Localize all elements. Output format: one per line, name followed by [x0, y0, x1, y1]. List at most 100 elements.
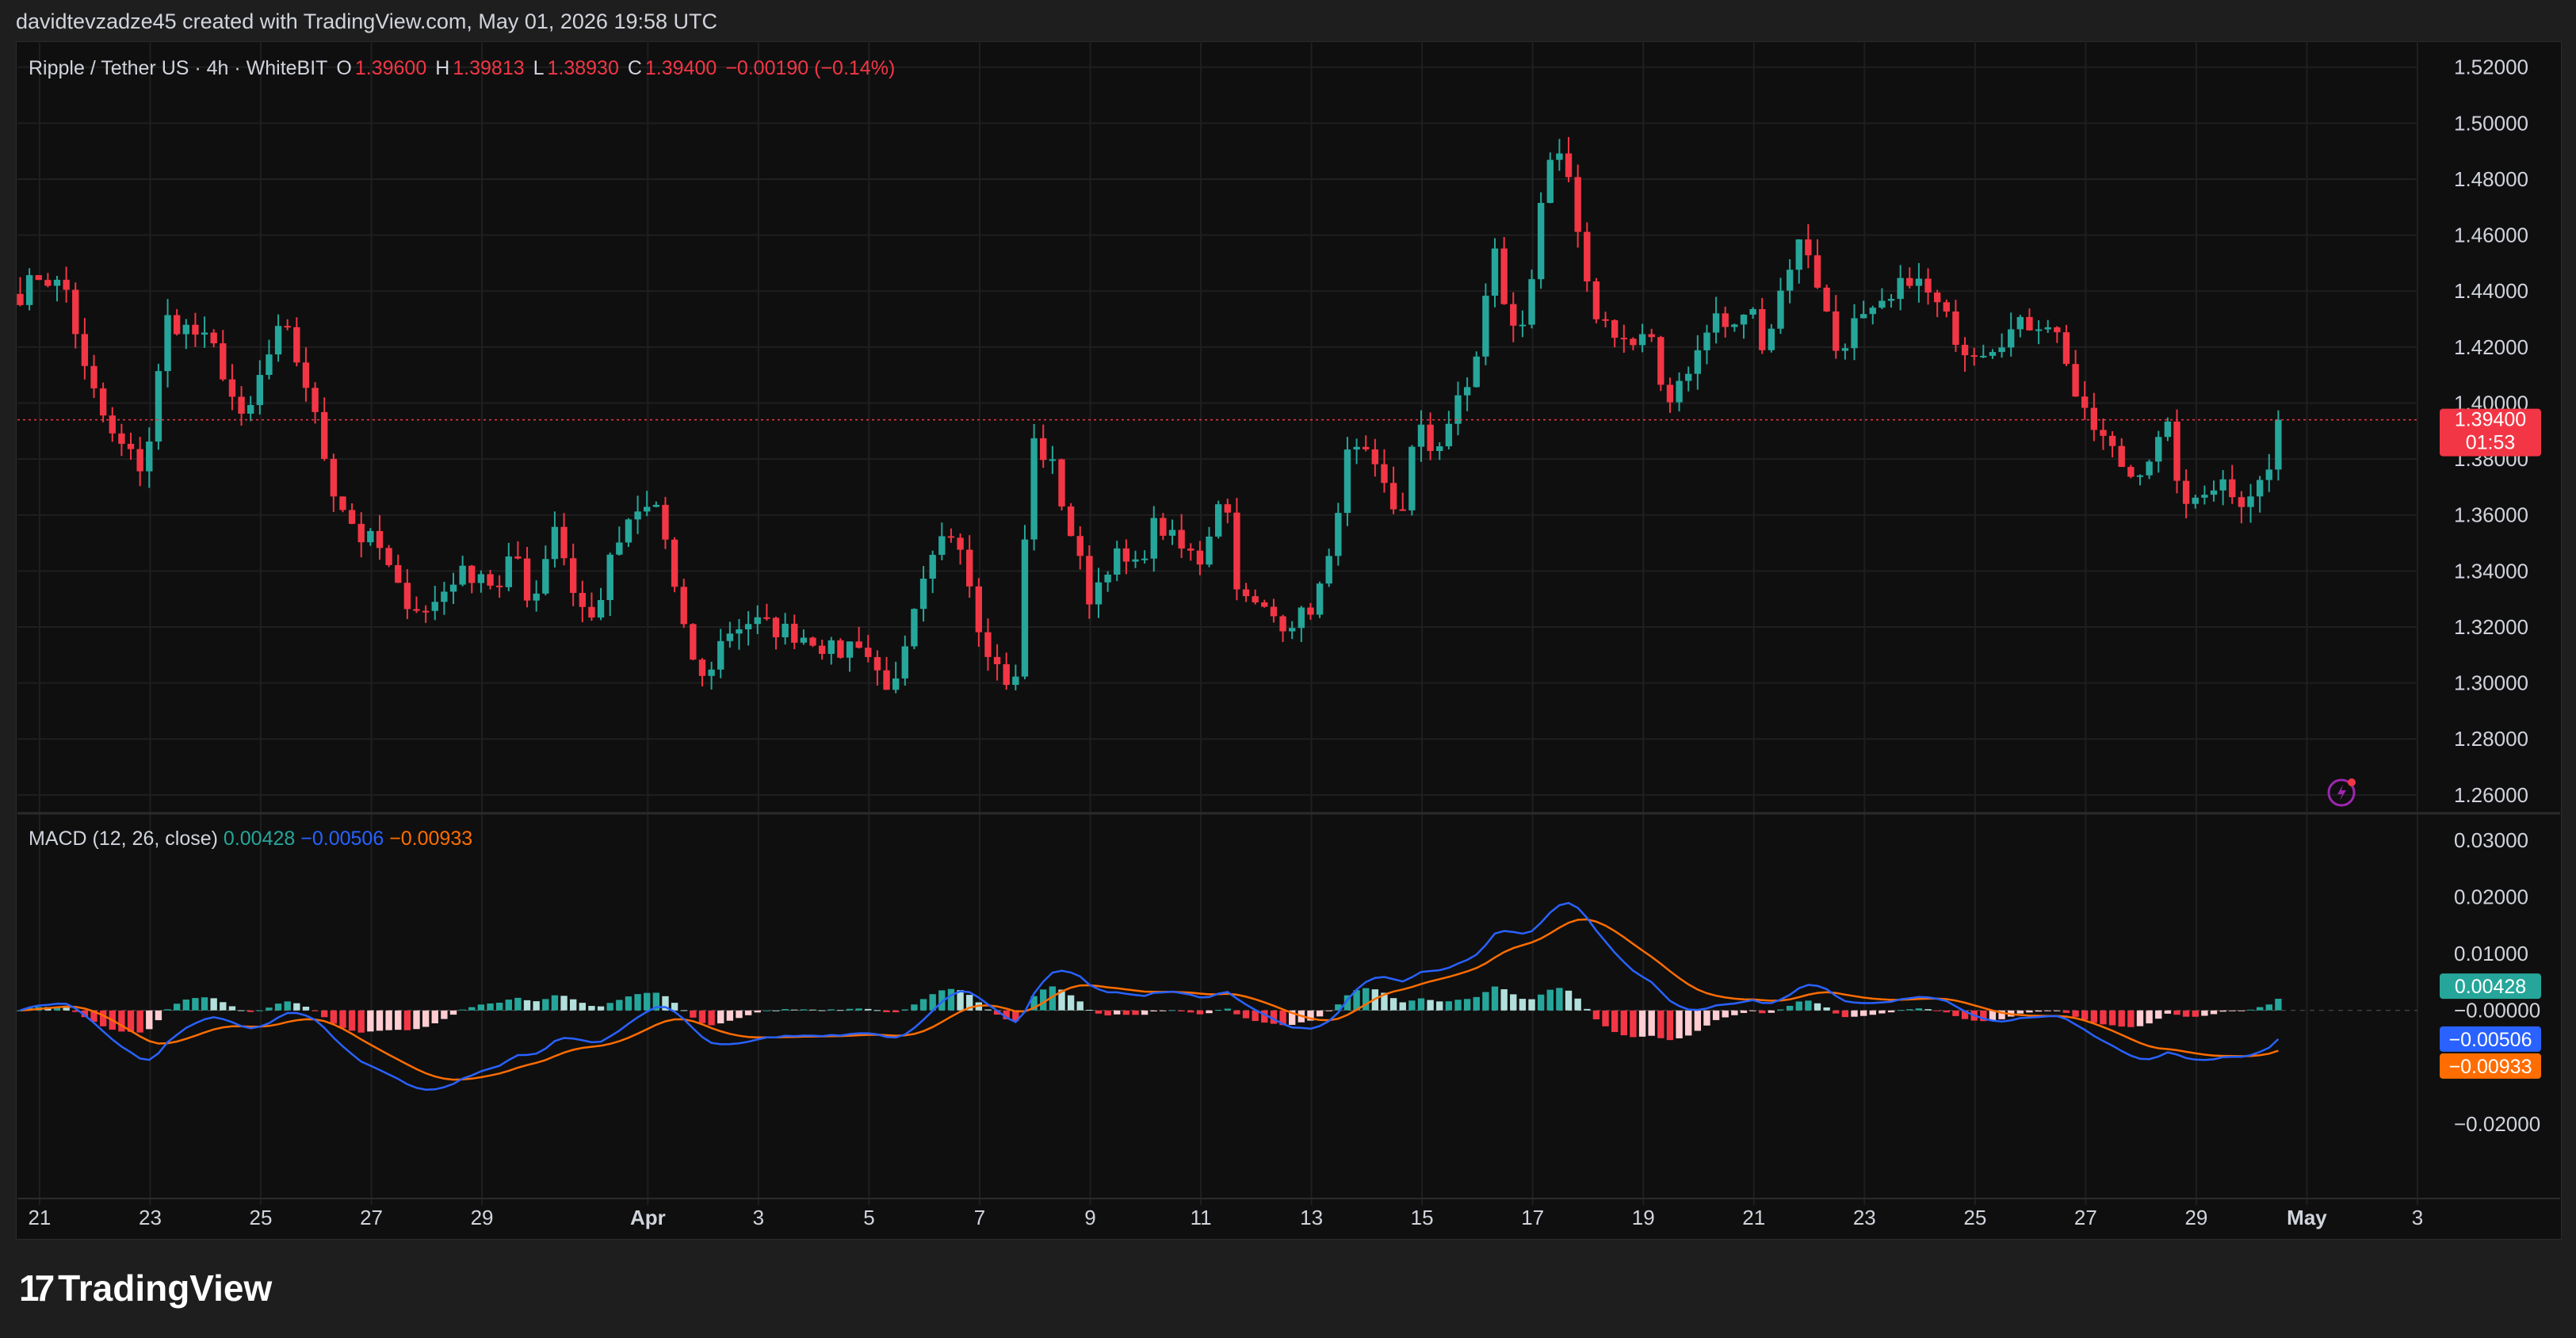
candle-body	[1887, 299, 1895, 301]
macd-histogram-bar	[1546, 989, 1554, 1011]
candle-body	[2081, 396, 2089, 408]
macd-line-value: −0.00506	[300, 828, 384, 850]
candle-body	[2229, 479, 2236, 498]
macd-histogram-bar	[690, 1010, 697, 1018]
macd-histogram-bar	[533, 1001, 540, 1011]
candle-body	[2035, 329, 2043, 331]
candle-body	[2182, 480, 2190, 504]
candle-body	[1712, 313, 1720, 333]
candle-body	[1510, 304, 1517, 326]
macd-histogram-bar	[1565, 990, 1573, 1011]
candle-body	[1058, 459, 1065, 507]
macd-histogram-bar	[403, 1010, 411, 1030]
macd-histogram-bar	[1482, 992, 1489, 1011]
candle-body	[127, 443, 135, 449]
candle-body	[441, 591, 448, 602]
macd-title[interactable]: MACD (12, 26, close)	[29, 828, 218, 850]
candle-body	[1316, 583, 1324, 615]
macd-histogram-bar	[2247, 1009, 2254, 1011]
macd-histogram-bar	[1833, 1010, 1840, 1014]
macd-histogram-bar	[2136, 1010, 2144, 1026]
symbol-name[interactable]: Ripple / Tether US · 4h · WhiteBIT	[29, 57, 327, 79]
time-axis: 21 23 25 27 29 Apr 3 5 7 9 11 13 15 17 19 21 23 25 27 29 May…	[28, 1206, 2423, 1229]
time-tick-label: 27	[360, 1206, 383, 1229]
candle-body	[1040, 438, 1047, 461]
macd-histogram-bar	[1114, 1010, 1121, 1015]
macd-histogram-bar	[1924, 1009, 1932, 1011]
candle-body	[1961, 345, 1969, 356]
candle-body	[1436, 446, 1443, 452]
macd-histogram-bar	[1104, 1010, 1111, 1016]
macd-histogram-bar	[2265, 1004, 2272, 1011]
macd-histogram-bar	[708, 1010, 715, 1026]
candle-body	[1445, 423, 1453, 447]
candle-body	[459, 565, 466, 585]
macd-histogram-bar	[136, 1010, 143, 1033]
macd-histogram-bar	[1851, 1010, 1858, 1017]
candle-body	[1952, 312, 1959, 346]
candle-body	[579, 593, 586, 607]
candle-body	[1049, 459, 1057, 461]
time-tick-label: 13	[1300, 1206, 1323, 1229]
candle-body	[616, 542, 623, 555]
chart-canvas[interactable]: 1.52000 1.50000 1.48000 1.46000 1.44000 1.420…	[0, 0, 2576, 1338]
candle-body	[302, 362, 310, 388]
candle-body	[744, 624, 752, 629]
macd-histogram-bar	[1168, 1010, 1176, 1011]
candle-body	[1279, 616, 1286, 632]
current-price-label: 1.39400	[2455, 409, 2526, 431]
macd-histogram-bar	[873, 1010, 881, 1011]
macd-histogram-bar	[1666, 1010, 1674, 1041]
candle-body	[2247, 496, 2254, 507]
candle-body	[1759, 308, 1766, 350]
macd-histogram-bar	[919, 999, 927, 1011]
macd-histogram-bar	[680, 1010, 687, 1011]
candle-body	[413, 609, 420, 611]
symbol-legend[interactable]: Ripple / Tether US · 4h · WhiteBIT O 1.39…	[29, 57, 898, 80]
candle-body	[376, 530, 384, 549]
candle-body	[975, 586, 983, 633]
candle-body	[1998, 347, 2005, 353]
candle-body	[809, 637, 816, 646]
candle-body	[966, 549, 973, 587]
macd-histogram-bar	[274, 1004, 282, 1011]
candle-body	[53, 279, 61, 286]
candle-body	[754, 617, 761, 625]
change-value: −0.00190 (−0.14%)	[725, 57, 896, 79]
candle-body	[1289, 628, 1296, 632]
macd-histogram-bar	[1676, 1010, 1683, 1038]
candle-body	[1417, 424, 1425, 447]
tradingview-logo-text: TradingView	[58, 1267, 273, 1309]
candle-body	[2026, 316, 2033, 331]
candle-body	[1897, 277, 1904, 300]
candle-body	[1740, 314, 1748, 325]
candle-body	[901, 646, 908, 679]
price-tick-label: 1.28000	[2454, 727, 2528, 751]
tradingview-logo[interactable]: 17 TradingView	[19, 1267, 272, 1309]
macd-histogram-bar	[192, 998, 199, 1011]
candle-body	[1473, 356, 1480, 388]
candle-body	[1943, 302, 1950, 312]
candle-body	[597, 599, 605, 618]
macd-histogram-bar	[523, 1000, 531, 1011]
candle-body	[2173, 421, 2180, 481]
price-tick-label: 1.44000	[2454, 279, 2528, 303]
lightning-icon[interactable]	[2327, 775, 2359, 807]
candle-body	[1685, 373, 1692, 381]
candle-body	[1206, 536, 1213, 565]
candle-body	[1878, 300, 1886, 308]
candle-body	[846, 641, 854, 658]
macd-histogram-bar	[1592, 1010, 1600, 1020]
candle-body	[1196, 550, 1204, 565]
macd-legend[interactable]: MACD (12, 26, close) 0.00428 −0.00506 −0…	[29, 828, 472, 851]
candle-body	[2164, 421, 2172, 438]
time-tick-label: 19	[1632, 1206, 1655, 1229]
macd-histogram-bar	[1363, 988, 1370, 1011]
macd-histogram-bar	[1638, 1010, 1646, 1037]
candle-body	[1252, 596, 1259, 602]
macd-histogram-bar	[459, 1009, 466, 1011]
candle-body	[505, 556, 512, 587]
candle-body	[1519, 324, 1527, 327]
time-tick-label: 5	[863, 1206, 874, 1229]
candle-body	[560, 526, 568, 559]
